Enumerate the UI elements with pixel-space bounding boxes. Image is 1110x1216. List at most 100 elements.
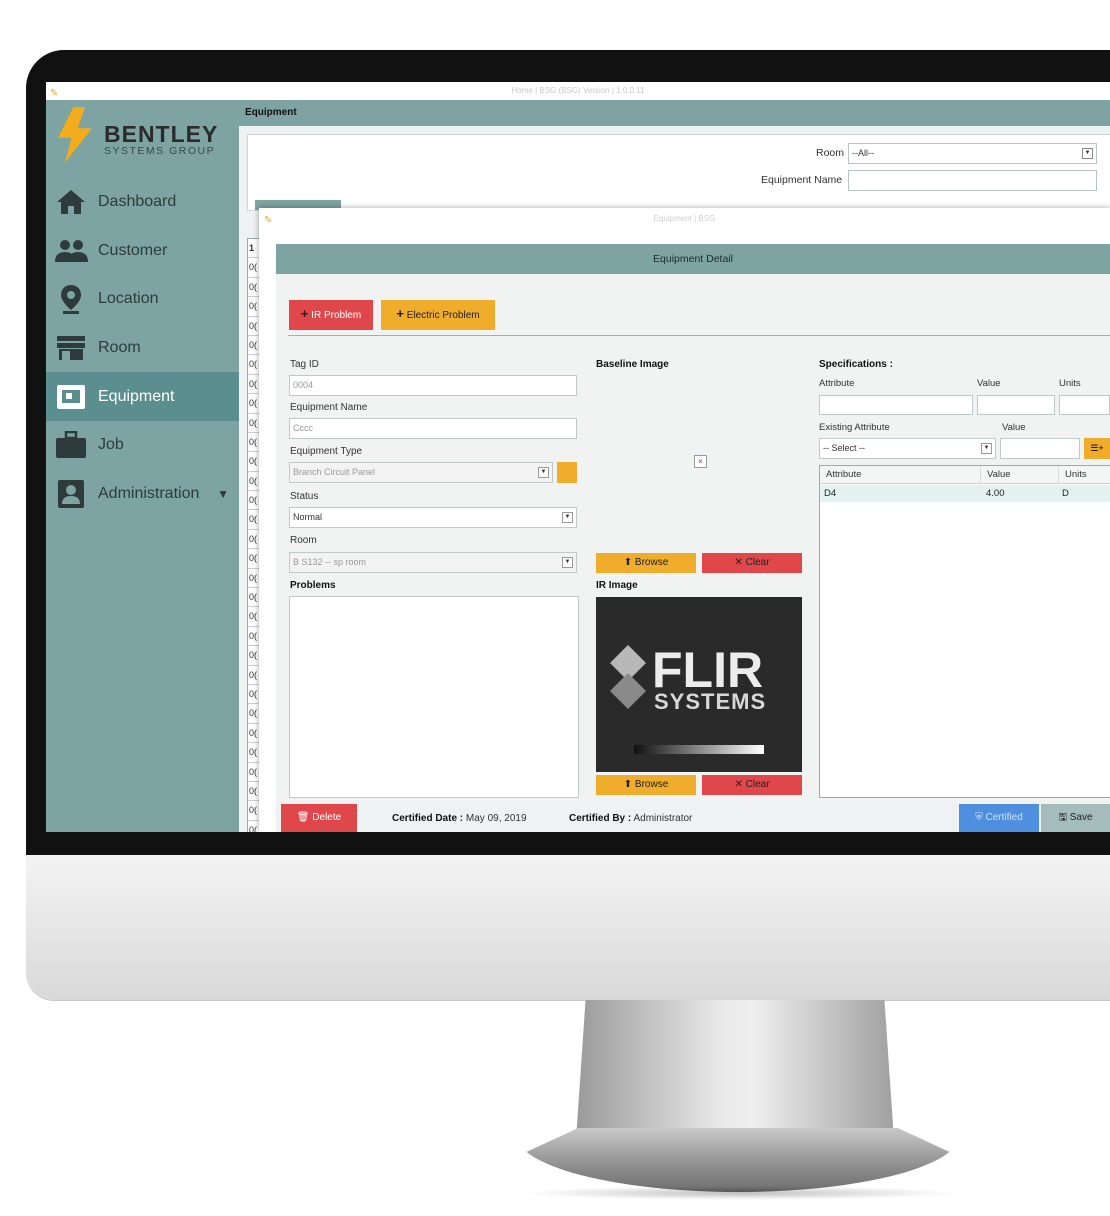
ir-problem-button[interactable]: + IR Problem	[289, 300, 373, 330]
existing-attribute-select[interactable]: -- Select -- ▼	[819, 438, 996, 459]
attribute-label: Attribute	[819, 378, 855, 389]
save-icon: 🖫	[1058, 812, 1067, 823]
sidebar-item-job[interactable]: Job	[46, 421, 239, 470]
electric-problem-button[interactable]: + Electric Problem	[381, 300, 495, 330]
existing-value-input[interactable]	[1000, 438, 1080, 459]
plus-icon: +	[396, 306, 404, 321]
certified-button[interactable]: ⛨ Certified	[959, 804, 1039, 832]
ir-problem-label: IR Problem	[311, 310, 362, 321]
sidebar-item-label: Equipment	[98, 387, 175, 405]
close-icon: ✕	[734, 557, 743, 568]
chevron-down-icon: ▼	[538, 467, 549, 478]
filter-panel: Room --All-- ▼ Equipment Name	[247, 134, 1110, 211]
window-title: Home | BSG (BSG) Version | 1.0.0.11	[511, 86, 645, 95]
sidebar-item-room[interactable]: Room	[46, 324, 239, 373]
map-pin-icon	[54, 284, 88, 315]
room-filter-label: Room	[816, 147, 845, 159]
value-label: Value	[977, 378, 1001, 389]
baseline-image-label: Baseline Image	[596, 359, 669, 370]
sidebar-item-label: Room	[98, 339, 141, 357]
plus-icon: +	[300, 306, 309, 321]
store-icon	[54, 333, 88, 363]
equipment-type-select[interactable]: Branch Circuit Panel ▼	[289, 462, 553, 483]
problems-label: Problems	[290, 580, 336, 591]
room-filter-select[interactable]: --All-- ▼	[848, 143, 1097, 164]
chevron-down-icon: ▼	[562, 512, 573, 523]
sidebar-item-location[interactable]: Location	[46, 275, 239, 324]
status-value: Normal	[293, 512, 323, 522]
browse-label: Browse	[634, 557, 669, 568]
sidebar-item-customer[interactable]: Customer	[46, 227, 239, 276]
add-attribute-button[interactable]: ☰+	[1084, 438, 1110, 459]
equipment-name-filter-input[interactable]	[848, 170, 1097, 191]
sidebar: BENTLEY SYSTEMS GROUP Dashboard Customer	[46, 100, 239, 832]
status-select[interactable]: Normal ▼	[289, 507, 577, 528]
ir-browse-button[interactable]: ⬆ Browse	[596, 775, 696, 795]
units-input[interactable]	[1059, 395, 1110, 415]
room-select[interactable]: B S132 -- sp room ▼	[289, 552, 577, 573]
sidebar-item-label: Location	[98, 290, 159, 308]
table-cell-attribute[interactable]: D4	[820, 485, 980, 502]
clear-label: Clear	[745, 779, 770, 790]
sidebar-item-label: Customer	[98, 241, 168, 259]
dialog-title: Equipment | BSG	[653, 214, 716, 223]
problems-textarea[interactable]	[289, 596, 579, 798]
existing-attribute-label: Existing Attribute	[819, 422, 890, 433]
specifications-table: Attribute Value Units D4 4.00 D	[819, 465, 1110, 798]
table-header-attribute[interactable]: Attribute	[820, 466, 980, 484]
table-header-units[interactable]: Units	[1058, 466, 1110, 484]
upload-icon: ⬆	[623, 779, 633, 790]
chevron-down-icon: ▼	[217, 486, 229, 501]
browse-label: Browse	[634, 779, 669, 790]
thermal-scale	[634, 745, 764, 754]
ir-image: FLIR SYSTEMS	[596, 597, 802, 772]
sidebar-item-equipment[interactable]: Equipment	[46, 372, 239, 421]
monitor-chin	[26, 855, 1110, 1001]
broken-image-icon: ×	[694, 455, 707, 468]
certified-label: Certified	[985, 812, 1023, 823]
flir-logo-subtext: SYSTEMS	[654, 689, 767, 714]
sidebar-item-administration[interactable]: Administration ▼	[46, 470, 239, 519]
sidebar-item-label: Dashboard	[98, 193, 177, 211]
delete-button[interactable]: 🗑 Delete	[281, 804, 357, 832]
attribute-input[interactable]	[819, 395, 973, 415]
equipment-name-filter-label: Equipment Name	[761, 174, 843, 186]
tag-id-input[interactable]: 0004	[289, 375, 577, 396]
specifications-title: Specifications :	[819, 359, 893, 370]
ir-image-label: IR Image	[596, 580, 638, 591]
sidebar-item-dashboard[interactable]: Dashboard	[46, 178, 239, 227]
sidebar-item-label: Administration	[98, 484, 200, 502]
admin-icon	[54, 479, 88, 509]
certified-by-value: Administrator	[633, 813, 693, 824]
certified-date: Certified Date : May 09, 2019	[392, 813, 527, 824]
dialog-titlebar: ✎ Equipment | BSG	[259, 208, 1110, 230]
home-icon	[54, 187, 88, 217]
chevron-down-icon: ▼	[1082, 148, 1093, 159]
ir-clear-button[interactable]: ✕ Clear	[702, 775, 802, 795]
certified-date-label: Certified Date :	[392, 813, 464, 824]
close-icon: ✕	[734, 779, 743, 790]
table-header-value[interactable]: Value	[980, 466, 1058, 484]
room-label: Room	[290, 535, 317, 546]
baseline-clear-button[interactable]: ✕ Clear	[702, 553, 802, 573]
screen: ✎ Home | BSG (BSG) Version | 1.0.0.11 BE…	[46, 82, 1110, 832]
baseline-browse-button[interactable]: ⬆ Browse	[596, 553, 696, 573]
add-type-button[interactable]	[557, 462, 577, 483]
divider	[288, 335, 1110, 336]
app-icon: ✎	[264, 215, 273, 226]
equipment-name-input[interactable]: Cccc	[289, 418, 577, 439]
flir-logo-icon	[610, 645, 646, 709]
table-cell-value[interactable]: 4.00	[980, 485, 1058, 502]
save-button[interactable]: 🖫 Save	[1041, 804, 1110, 832]
units-label: Units	[1059, 378, 1081, 389]
sidebar-nav: Dashboard Customer Location Room Equipme…	[46, 178, 239, 518]
value-input[interactable]	[977, 395, 1055, 415]
status-label: Status	[290, 491, 319, 502]
equipment-name-label: Equipment Name	[290, 402, 368, 413]
tag-id-label: Tag ID	[290, 359, 319, 370]
equipment-type-label: Equipment Type	[290, 446, 363, 457]
briefcase-icon	[54, 430, 88, 460]
room-value: B S132 -- sp room	[293, 557, 367, 567]
table-cell-units[interactable]: D	[1058, 485, 1110, 502]
upload-icon: ⬆	[623, 557, 633, 568]
